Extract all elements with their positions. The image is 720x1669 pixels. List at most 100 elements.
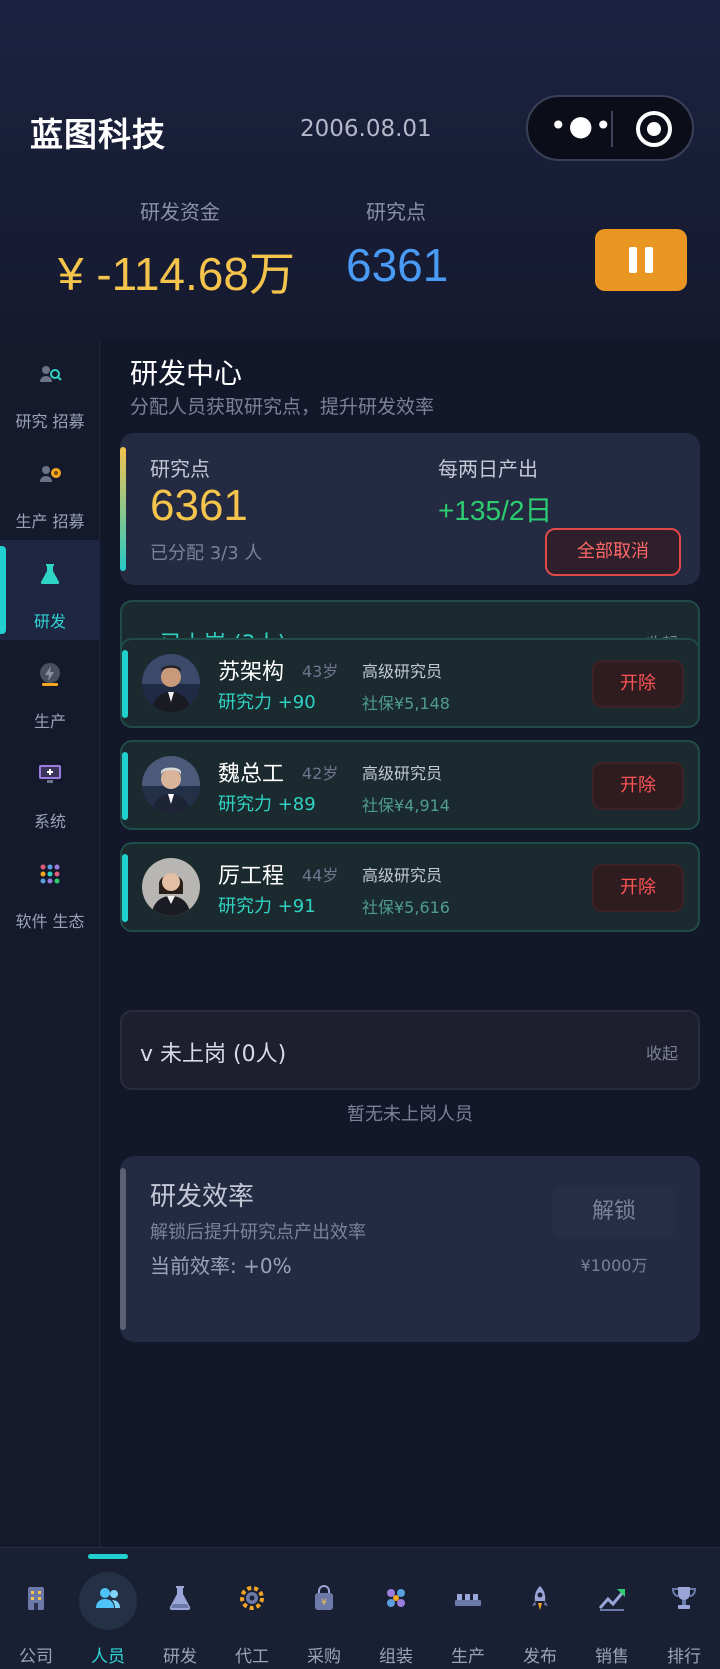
tab-label: 排行 [667,1647,701,1667]
points-label: 研究点 [366,200,426,224]
tab-people[interactable]: 人员 [72,1548,144,1669]
tab-label: 人员 [91,1647,125,1667]
sidebar-item-rd[interactable]: 研发 [0,540,100,640]
tab-label: 发布 [523,1647,557,1667]
collapse-toggle[interactable]: 收起 [646,1040,678,1064]
tab-label: 公司 [19,1647,53,1667]
empty-state-text: 暂无未上岗人员 [347,1104,473,1125]
efficiency-current: 当前效率: +0% [150,1254,292,1278]
staff-insurance: 社保¥4,914 [362,796,450,815]
top-header: 蓝图科技 2006.08.01 •●• 研发资金 ¥ -114.68万 研究点 … [0,0,720,340]
staff-name: 苏架构 [218,660,285,685]
staff-title: 高级研究员 [362,662,443,681]
staff-age: 44岁 [302,866,339,885]
staff-insurance: 社保¥5,616 [362,898,450,917]
svg-text:¥: ¥ [321,1598,327,1608]
staff-insurance: 社保¥5,148 [362,694,450,713]
sidebar-item-label: 生产 [33,712,66,731]
rd-center-panel: 研发中心 分配人员获取研究点，提升研发效率 研究点 6361 已分配 3/3 人… [100,340,720,1547]
mini-program-capsule: •●• [526,95,694,161]
target-icon[interactable] [636,111,672,147]
lightning-icon [40,663,60,686]
gear-icon [240,1586,264,1610]
sidebar-item-research-recruit[interactable]: 研究 招募 [0,340,100,440]
monitor-icon [39,765,61,783]
fire-button[interactable]: 开除 [592,762,684,810]
factory-icon [455,1594,481,1606]
tab-label: 组装 [379,1647,413,1667]
funds-label: 研发资金 [140,200,220,224]
staff-age: 43岁 [302,662,339,681]
rocket-icon [532,1586,548,1610]
rd-efficiency-card: 研发效率 解锁后提升研究点产出效率 当前效率: +0% 解锁 ¥1000万 [120,1156,700,1342]
sidebar-item-label: 研究 招募 [15,412,85,431]
card-accent-bar [120,1168,126,1330]
tab-rd[interactable]: 研发 [144,1548,216,1669]
game-date: 2006.08.01 [300,116,432,142]
efficiency-description: 解锁后提升研究点产出效率 [150,1222,366,1243]
staff-age: 42岁 [302,764,339,783]
staff-title: 高级研究员 [362,764,443,783]
sidebar-item-production-recruit[interactable]: 生产 招募 [0,440,100,540]
tab-label: 代工 [235,1647,269,1667]
sidebar-item-label: 研发 [33,612,66,631]
tab-label: 研发 [163,1647,197,1667]
fire-button[interactable]: 开除 [592,864,684,912]
tab-production[interactable]: 生产 [432,1548,504,1669]
people-icon [96,1588,120,1608]
staff-research-power: 研究力 +89 [218,794,316,815]
tab-label: 采购 [307,1647,341,1667]
avatar [142,654,200,712]
capsule-divider [611,111,613,147]
assigned-count: 已分配 3/3 人 [150,543,263,564]
sidebar-item-production[interactable]: 生产 [0,640,100,740]
staff-research-power: 研究力 +91 [218,896,316,917]
tab-assembly[interactable]: 组装 [360,1548,432,1669]
sidebar-item-system[interactable]: 系统 [0,740,100,840]
card-accent-bar [122,854,128,922]
sidebar-item-label: 软件 生态 [15,912,85,931]
staff-card: 魏总工 42岁 研究力 +89 高级研究员 社保¥4,914 开除 [120,740,700,830]
tab-company[interactable]: 公司 [0,1548,72,1669]
fire-button[interactable]: 开除 [592,660,684,708]
avatar [142,858,200,916]
page-subtitle: 分配人员获取研究点，提升研发效率 [130,396,435,418]
category-sidebar: 研究 招募 生产 招募 研发 生产 系统 软件 生态 [0,340,100,1547]
avatar [142,756,200,814]
page-title: 研发中心 [130,357,243,390]
active-tab-indicator [88,1554,128,1559]
bottom-tab-bar: 公司 人员 研发 代工 ¥ 采购 组装 生产 发布 销售 排行 [0,1547,720,1669]
staff-card: 苏架构 43岁 研究力 +90 高级研究员 社保¥5,148 开除 [120,638,700,728]
research-points-card: 研究点 6361 已分配 3/3 人 每两日产出 +135/2日 全部取消 [120,433,700,585]
output-value: +135/2日 [438,495,553,526]
pause-button[interactable] [595,229,687,291]
staff-card: 厉工程 44岁 研究力 +91 高级研究员 社保¥5,616 开除 [120,842,700,932]
unlock-button[interactable]: 解锁 [552,1186,676,1238]
tab-sales[interactable]: 销售 [576,1548,648,1669]
tab-ranking[interactable]: 排行 [648,1548,720,1669]
funds-value: ¥ -114.68万 [58,248,295,300]
cancel-all-button[interactable]: 全部取消 [545,528,681,576]
points-value: 6361 [346,239,449,291]
unlock-price: ¥1000万 [580,1256,648,1275]
card-accent-bar [122,650,128,718]
production-recruit-icon [40,466,61,482]
tab-label: 生产 [451,1647,485,1667]
off-duty-title: v 未上岗 (0人) [140,1042,287,1067]
apps-grid-icon [40,864,60,884]
research-recruit-icon [40,366,62,382]
tab-oem[interactable]: 代工 [216,1548,288,1669]
sidebar-item-label: 生产 招募 [15,512,85,531]
shopping-bag-icon: ¥ [315,1585,333,1610]
more-dots-icon[interactable]: •●• [550,112,611,144]
staff-name: 魏总工 [218,762,285,787]
off-duty-group-header[interactable]: v 未上岗 (0人) 收起 [120,1010,700,1090]
tab-release[interactable]: 发布 [504,1548,576,1669]
flask-icon [169,1586,191,1610]
research-points-label: 研究点 [150,457,210,481]
staff-title: 高级研究员 [362,866,443,885]
trophy-icon [671,1587,697,1609]
tab-purchase[interactable]: ¥ 采购 [288,1548,360,1669]
sidebar-item-software-ecosystem[interactable]: 软件 生态 [0,840,100,940]
card-accent-bar [120,447,126,571]
